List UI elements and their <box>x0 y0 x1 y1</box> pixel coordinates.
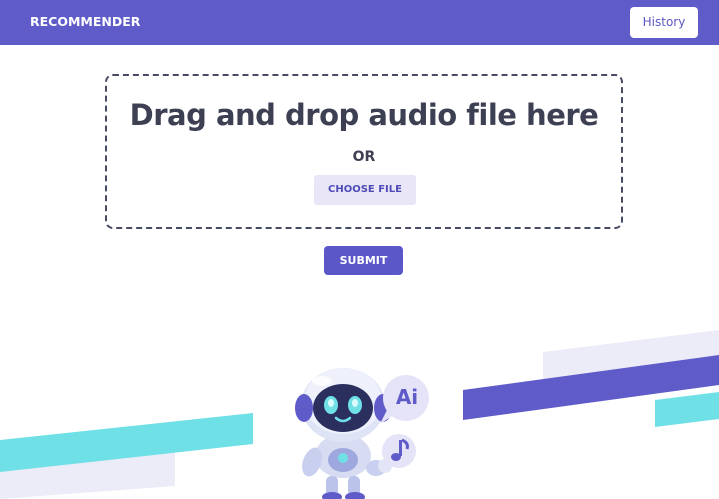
choose-file-button[interactable]: CHOOSE FILE <box>314 175 416 205</box>
music-note-icon <box>391 438 409 461</box>
left-lavender-stripe <box>0 450 175 499</box>
right-lavender-stripe <box>543 330 719 392</box>
robot-mascot <box>295 368 392 499</box>
right-cyan-stripe <box>655 392 719 427</box>
ai-bubble-text: Ai <box>395 385 419 409</box>
submit-button[interactable]: SUBMIT <box>324 246 403 275</box>
right-purple-stripe <box>463 355 719 420</box>
left-cyan-stripe <box>0 413 253 472</box>
top-nav-bar: RECOMMENDER History <box>0 0 719 45</box>
app-brand[interactable]: RECOMMENDER <box>30 14 140 29</box>
drop-zone-or-text: OR <box>352 149 376 165</box>
history-button[interactable]: History <box>630 7 698 38</box>
drop-zone-title: Drag and drop audio file here <box>129 98 599 132</box>
music-speech-bubble <box>380 434 416 468</box>
audio-drop-zone[interactable]: Drag and drop audio file here OR CHOOSE … <box>105 74 623 229</box>
